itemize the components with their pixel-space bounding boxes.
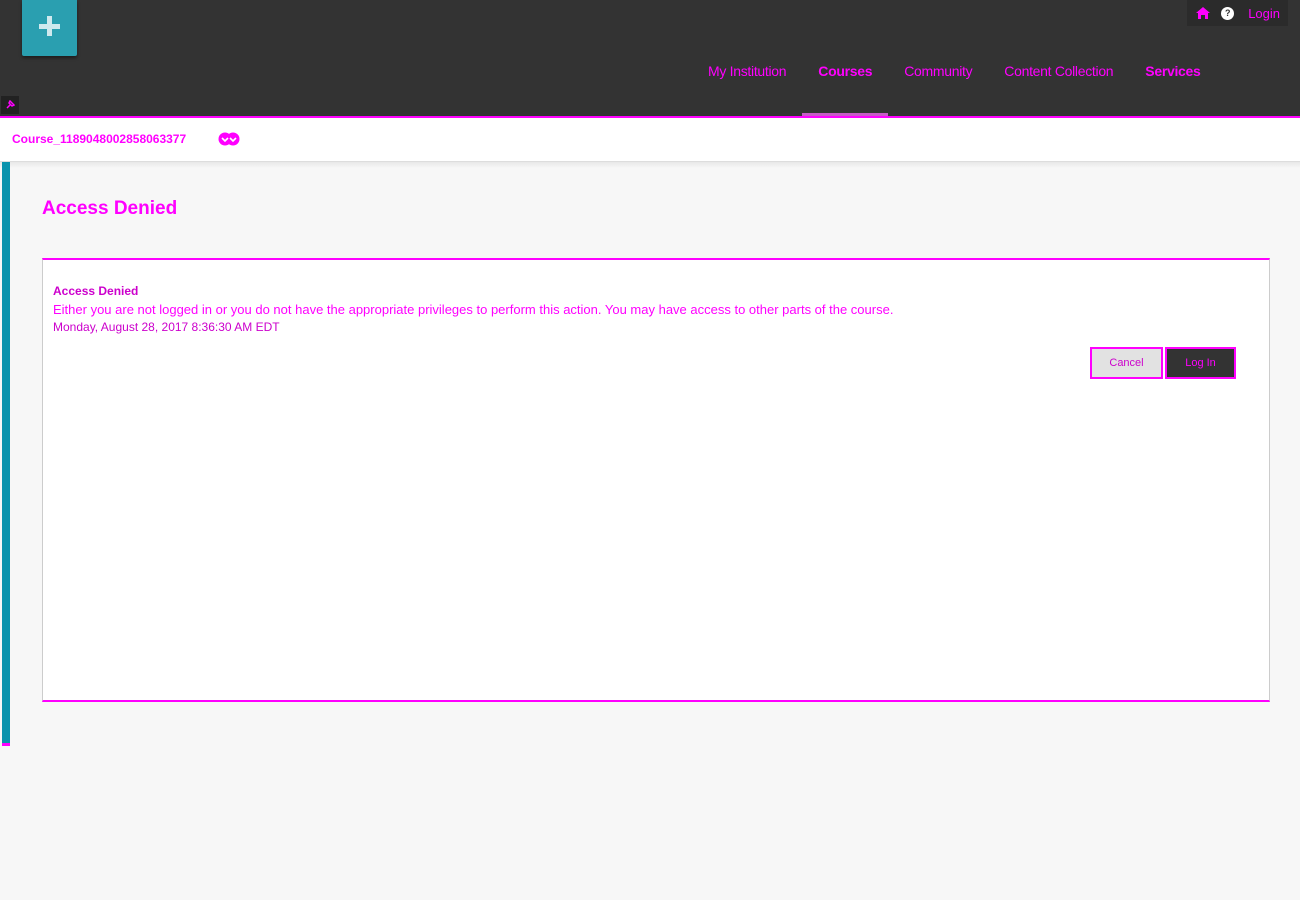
main-nav: My Institution Courses Community Content…: [692, 48, 1217, 116]
course-title[interactable]: Course_1189048002858063377: [12, 132, 186, 146]
plus-icon-horizontal: [39, 24, 60, 29]
pin-icon[interactable]: [1, 96, 19, 114]
help-icon[interactable]: ?: [1221, 6, 1235, 20]
error-timestamp: Monday, August 28, 2017 8:36:30 AM EDT: [53, 320, 280, 334]
nav-community[interactable]: Community: [888, 48, 988, 116]
error-message: Either you are not logged in or you do n…: [53, 302, 894, 317]
cancel-button[interactable]: Cancel: [1090, 347, 1163, 379]
breadcrumb-shadow: [0, 162, 1300, 168]
login-button[interactable]: Log In: [1165, 347, 1236, 379]
error-title: Access Denied: [53, 284, 139, 298]
course-menu-handle[interactable]: [2, 162, 10, 746]
login-link[interactable]: Login: [1248, 6, 1280, 21]
nav-my-institution[interactable]: My Institution: [692, 48, 802, 116]
nav-services[interactable]: Services: [1129, 48, 1216, 116]
chevron-down-icon[interactable]: [217, 131, 241, 147]
utility-bar: ? Login: [1187, 0, 1288, 26]
nav-courses[interactable]: Courses: [802, 48, 889, 116]
home-icon[interactable]: [1195, 6, 1211, 20]
access-denied-panel: Access Denied Either you are not logged …: [42, 258, 1270, 702]
breadcrumb: Course_1189048002858063377: [0, 118, 1300, 162]
nav-content-collection[interactable]: Content Collection: [988, 48, 1129, 116]
page-title: Access Denied: [42, 198, 178, 219]
plus-icon[interactable]: [22, 0, 77, 56]
top-header: ? Login My Institution Courses Community…: [0, 0, 1300, 116]
pin-icon-glyph: [6, 100, 15, 109]
